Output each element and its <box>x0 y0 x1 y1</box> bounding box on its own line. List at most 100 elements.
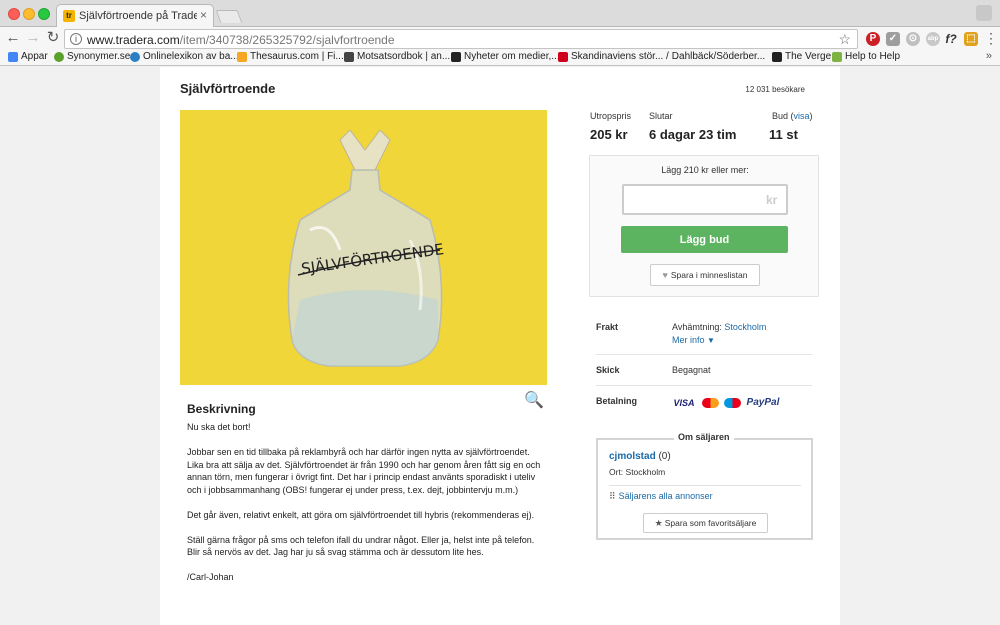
bids-value: 11 st <box>769 127 798 142</box>
tab-close-icon[interactable]: × <box>200 8 207 22</box>
bookmarks-overflow-icon[interactable]: » <box>986 50 992 62</box>
item-image[interactable]: SJÄLVFÖRTROENDE <box>180 110 547 385</box>
caret-down-icon: ▼ <box>707 336 715 345</box>
bookmark-item[interactable]: Skandinaviens stör... <box>558 51 663 62</box>
bookmark-item[interactable]: Appar <box>8 51 48 62</box>
browser-tab[interactable]: tr Självförtroende på Tradera.com × <box>56 4 214 27</box>
save-to-watchlist-button[interactable]: ♥ Spara i minneslistan <box>650 264 760 286</box>
seller-name: cjmolstad (0) <box>609 451 671 462</box>
reload-icon[interactable]: ↻ <box>44 29 62 47</box>
description-paragraph: Jobbar sen en tid tillbaka på reklambyrå… <box>187 447 541 495</box>
bookmark-item[interactable]: Help to Help <box>832 51 900 62</box>
window-maximize-button[interactable] <box>38 8 50 20</box>
seller-panel: Om säljaren cjmolstad (0) Ort: Stockholm… <box>596 432 813 540</box>
bookmark-label: Help to Help <box>845 51 901 62</box>
more-info-toggle[interactable]: Mer info ▼ <box>672 335 715 345</box>
grid-icon: ⠿ <box>609 491 616 501</box>
checkmark-extension-icon[interactable]: ✓ <box>886 32 900 46</box>
seller-profile-link[interactable]: cjmolstad <box>609 451 656 462</box>
fonts-extension-icon[interactable]: f? <box>944 32 958 46</box>
seller-city: Ort: Stockholm <box>609 467 666 477</box>
bookmark-label: Thesaurus.com | Fi... <box>250 51 344 62</box>
description-paragraph: Nu ska det bort! <box>187 422 251 432</box>
place-bid-button[interactable]: Lägg bud <box>621 226 788 253</box>
pinterest-extension-icon[interactable]: P <box>866 32 880 46</box>
heart-icon: ♥ <box>662 270 668 280</box>
shipping-label: Frakt <box>596 322 619 332</box>
visa-icon: VISA <box>673 397 695 408</box>
adblock-extension-icon[interactable]: abp <box>926 32 940 46</box>
ends-value: 6 dagar 23 tim <box>649 127 737 142</box>
apps-icon <box>8 51 18 62</box>
bookmark-label: Nyheter om medier,... <box>464 51 560 62</box>
new-tab-button[interactable] <box>215 10 243 23</box>
ends-label: Slutar <box>649 111 673 121</box>
url-text[interactable]: www.tradera.com/item/340738/265325792/sj… <box>87 33 395 47</box>
description-text: Nu ska det bort! Jobbar sen en tid tillb… <box>187 421 542 596</box>
thesaurus-icon <box>237 51 247 62</box>
bid-count: Bud (visa) 11 st <box>769 111 813 142</box>
payment-row: Betalning VISA PayPal <box>596 386 812 418</box>
back-arrow-icon[interactable]: ← <box>4 29 22 47</box>
payment-methods: VISA PayPal <box>672 397 782 408</box>
bookmark-item[interactable]: Thesaurus.com | Fi... <box>237 51 344 62</box>
mastercard-icon <box>701 397 719 408</box>
bids-label: Bud <box>772 111 789 121</box>
verge-icon <box>772 51 782 62</box>
help-icon <box>832 51 842 62</box>
shipping-row: Frakt Avhämtning: Stockholm Mer info ▼ <box>596 319 812 355</box>
currency-suffix: kr <box>766 193 778 207</box>
maestro-icon <box>724 397 742 408</box>
shipping-city-link[interactable]: Stockholm <box>724 322 766 332</box>
zoom-icon[interactable]: 🔍 <box>524 390 544 410</box>
bid-amount-input[interactable] <box>622 184 788 215</box>
minimum-bid-text: Lägg 210 kr eller mer: <box>661 165 749 175</box>
bookmark-item[interactable]: / Dahlbäck/Söderber... <box>666 51 765 62</box>
shipping-method: Avhämtning: <box>672 322 722 332</box>
favorite-button-label: Spara som favoritsäljare <box>664 517 757 528</box>
more-info-label: Mer info <box>672 335 705 345</box>
bookmark-label: Synonymer.se <box>67 51 131 62</box>
save-favorite-seller-button[interactable]: ★ Spara som favoritsäljare <box>643 513 768 533</box>
bookmark-item[interactable]: Nyheter om medier,... <box>451 51 560 62</box>
seller-rating: (0) <box>658 451 671 462</box>
url-host: www.tradera.com <box>87 33 180 47</box>
condition-row: Skick Begagnat <box>596 355 812 386</box>
bookmark-label: The Verge <box>785 51 832 62</box>
motsats-icon <box>344 51 354 62</box>
description-paragraph: Ställ gärna frågor på sms och telefon if… <box>187 534 535 558</box>
seller-listings-link[interactable]: ⠿ Säljarens alla annonser <box>609 491 713 502</box>
browser-tab-bar: tr Självförtroende på Tradera.com × <box>0 0 1000 27</box>
bookmark-item[interactable]: Onlinelexikon av ba... <box>130 51 239 62</box>
shipping-value: Avhämtning: Stockholm <box>672 322 766 332</box>
address-bar[interactable]: i www.tradera.com/item/340738/265325792/… <box>64 29 858 49</box>
dm-icon <box>451 51 461 62</box>
window-close-button[interactable] <box>8 8 20 20</box>
skandinaviens-icon <box>558 51 568 62</box>
bookmark-label: Onlinelexikon av ba... <box>143 51 239 62</box>
tab-title: Självförtroende på Tradera.com <box>79 10 197 22</box>
listing-page: Självförtroende 12 031 besökare SJÄLVFÖR… <box>160 67 840 625</box>
bookmark-label: Skandinaviens stör... <box>571 51 664 62</box>
lexikon-icon <box>130 51 140 62</box>
payment-label: Betalning <box>596 396 638 406</box>
forward-arrow-icon[interactable]: → <box>24 29 42 47</box>
bookmark-item[interactable]: The Verge <box>772 51 831 62</box>
profile-icon[interactable] <box>976 5 992 21</box>
browser-menu-icon[interactable]: ⋮ <box>984 30 998 47</box>
ends-in: Slutar 6 dagar 23 tim <box>649 111 736 142</box>
info-icon[interactable]: i <box>70 33 82 45</box>
bids-view-link[interactable]: visa <box>794 111 810 121</box>
seller-heading: Om säljaren <box>674 432 734 442</box>
bookmark-item[interactable]: Motsatsordbok | an... <box>344 51 450 62</box>
description-heading: Beskrivning <box>187 402 256 416</box>
visitor-count: 12 031 besökare <box>745 85 805 94</box>
circle-extension-icon[interactable]: ⊙ <box>906 32 920 46</box>
window-minimize-button[interactable] <box>23 8 35 20</box>
divider <box>609 485 801 486</box>
badge-extension-icon[interactable]: ⬚ <box>964 32 978 46</box>
bookmark-star-icon[interactable]: ☆ <box>838 31 851 48</box>
browser-toolbar: ← → ↻ i www.tradera.com/item/340738/2653… <box>0 27 1000 50</box>
bookmark-item[interactable]: Synonymer.se <box>54 51 130 62</box>
bookmark-label: Dahlbäck/Söderber... <box>671 51 766 62</box>
